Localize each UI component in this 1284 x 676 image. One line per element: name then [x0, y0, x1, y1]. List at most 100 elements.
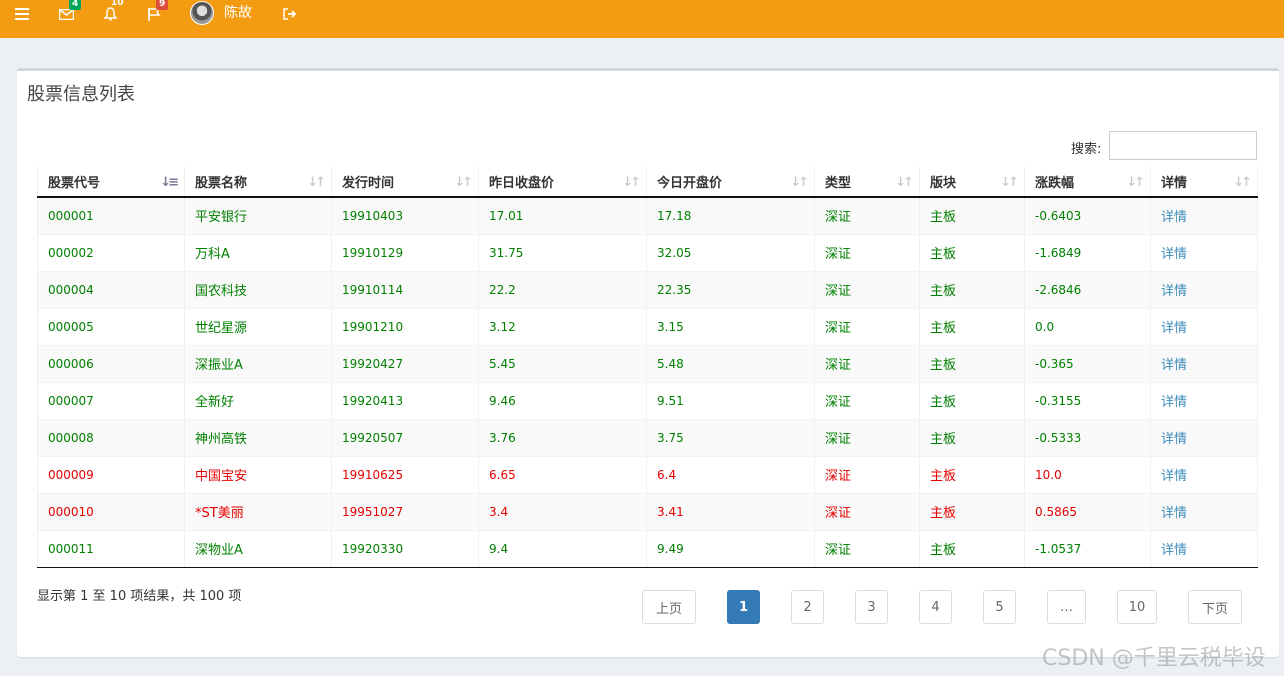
- header-label: 今日开盘价: [657, 176, 723, 191]
- cell-date: 19910129: [331, 233, 479, 271]
- col-header-open[interactable]: 今日开盘价 ↓↑: [646, 167, 815, 198]
- cell-date: 19910625: [331, 455, 479, 493]
- detail-link[interactable]: 详情: [1150, 344, 1258, 382]
- prev-page-button[interactable]: 上页: [642, 590, 696, 624]
- tasks-count-badge: 9: [156, 0, 169, 10]
- cell-name: 平安银行: [184, 196, 332, 234]
- cell-change: 0.0: [1024, 307, 1151, 345]
- page-button-3[interactable]: 3: [855, 590, 888, 624]
- col-header-type[interactable]: 类型 ↓↑: [814, 167, 920, 198]
- search-input[interactable]: [1109, 131, 1257, 160]
- table-body: 000001 平安银行 19910403 17.01 17.18 深证 主板 -0.6403 详…: [37, 196, 1258, 568]
- table-row: 000005 世纪星源 19901210 3.12 3.15 深证 主板 0.0 详情: [37, 307, 1258, 345]
- cell-code: 000001: [37, 196, 185, 234]
- top-navbar: 4 10 9 陈故: [0, 0, 1284, 38]
- user-avatar[interactable]: [190, 1, 214, 25]
- detail-link[interactable]: 详情: [1150, 270, 1258, 308]
- sort-icon[interactable]: ↓↑: [454, 175, 473, 190]
- table-row: 000002 万科A 19910129 31.75 32.05 深证 主板 -1.6849 详情: [37, 233, 1258, 271]
- cell-close: 17.01: [478, 196, 647, 234]
- sort-icon[interactable]: ↓↑: [622, 175, 641, 190]
- bell-icon: [103, 7, 117, 21]
- col-header-close[interactable]: 昨日收盘价 ↓↑: [478, 167, 647, 198]
- cell-code: 000004: [37, 270, 185, 308]
- tasks-button[interactable]: 9: [140, 0, 169, 28]
- cell-type: 深证: [814, 418, 920, 456]
- sort-icon[interactable]: ↓↑: [307, 175, 326, 190]
- detail-link[interactable]: 详情: [1150, 307, 1258, 345]
- cell-open: 3.41: [646, 492, 815, 530]
- cell-change: 10.0: [1024, 455, 1151, 493]
- cell-open: 17.18: [646, 196, 815, 234]
- header-label: 昨日收盘价: [489, 176, 555, 191]
- cell-type: 深证: [814, 307, 920, 345]
- cell-open: 6.4: [646, 455, 815, 493]
- cell-type: 深证: [814, 196, 920, 234]
- cell-board: 主板: [919, 381, 1025, 419]
- notifications-button[interactable]: 10: [96, 0, 124, 28]
- cell-date: 19910403: [331, 196, 479, 234]
- page-button-4[interactable]: 4: [919, 590, 952, 624]
- page-button-1[interactable]: 1: [727, 590, 760, 624]
- detail-link[interactable]: 详情: [1150, 381, 1258, 419]
- cell-date: 19920507: [331, 418, 479, 456]
- table-row: 000011 深物业A 19920330 9.4 9.49 深证 主板 -1.0537 详情: [37, 529, 1258, 568]
- detail-link[interactable]: 详情: [1150, 455, 1258, 493]
- detail-link[interactable]: 详情: [1150, 418, 1258, 456]
- sort-icon[interactable]: ↓↑: [895, 175, 914, 190]
- sort-icon[interactable]: ↓↑: [790, 175, 809, 190]
- stock-table: 股票代号 ↓≡ 股票名称 ↓↑ 发行时间 ↓↑ 昨日收盘价 ↓↑ 今日开盘价 ↓↑ 类型 ↓↑ 版块 ↓↑…: [37, 167, 1258, 568]
- cell-name: 神州高铁: [184, 418, 332, 456]
- notifications-count-badge: 10: [111, 0, 124, 8]
- cell-name: 国农科技: [184, 270, 332, 308]
- table-row: 000004 国农科技 19910114 22.2 22.35 深证 主板 -2.6846 详情: [37, 270, 1258, 308]
- cell-board: 主板: [919, 529, 1025, 568]
- header-label: 类型: [825, 176, 852, 191]
- cell-code: 000002: [37, 233, 185, 271]
- cell-type: 深证: [814, 381, 920, 419]
- cell-date: 19910114: [331, 270, 479, 308]
- cell-change: -2.6846: [1024, 270, 1151, 308]
- cell-close: 9.4: [478, 529, 647, 568]
- header-label: 股票代号: [48, 176, 101, 191]
- header-label: 涨跌幅: [1035, 176, 1075, 191]
- col-header-name[interactable]: 股票名称 ↓↑: [184, 167, 332, 198]
- next-page-button[interactable]: 下页: [1188, 590, 1242, 624]
- table-row: 000001 平安银行 19910403 17.01 17.18 深证 主板 -0.6403 详…: [37, 196, 1258, 234]
- detail-link[interactable]: 详情: [1150, 196, 1258, 234]
- cell-close: 31.75: [478, 233, 647, 271]
- sort-icon[interactable]: ↓↑: [1126, 175, 1145, 190]
- detail-link[interactable]: 详情: [1150, 492, 1258, 530]
- cell-board: 主板: [919, 344, 1025, 382]
- sort-ascending-icon[interactable]: ↓≡: [160, 175, 179, 190]
- cell-name: *ST美丽: [184, 492, 332, 530]
- menu-toggle-button[interactable]: [8, 0, 36, 28]
- col-header-date[interactable]: 发行时间 ↓↑: [331, 167, 479, 198]
- table-row: 000008 神州高铁 19920507 3.76 3.75 深证 主板 -0.5333 详情: [37, 418, 1258, 456]
- page-button-10[interactable]: 10: [1117, 590, 1157, 624]
- table-row: 000010 *ST美丽 19951027 3.4 3.41 深证 主板 0.5865 详情: [37, 492, 1258, 530]
- cell-type: 深证: [814, 233, 920, 271]
- detail-link[interactable]: 详情: [1150, 233, 1258, 271]
- detail-link[interactable]: 详情: [1150, 529, 1258, 568]
- pagination-info: 显示第 1 至 10 项结果，共 100 项: [37, 589, 242, 604]
- col-header-code[interactable]: 股票代号 ↓≡: [37, 167, 185, 198]
- logout-button[interactable]: [276, 0, 304, 28]
- cell-date: 19901210: [331, 307, 479, 345]
- cell-change: 0.5865: [1024, 492, 1151, 530]
- user-name[interactable]: 陈故: [224, 4, 252, 22]
- col-header-detail[interactable]: 详情 ↓↑: [1150, 167, 1258, 198]
- col-header-change[interactable]: 涨跌幅 ↓↑: [1024, 167, 1151, 198]
- page-button-2[interactable]: 2: [791, 590, 824, 624]
- sort-icon[interactable]: ↓↑: [1000, 175, 1019, 190]
- table-row: 000009 中国宝安 19910625 6.65 6.4 深证 主板 10.0 详情: [37, 455, 1258, 493]
- cell-board: 主板: [919, 196, 1025, 234]
- sort-icon[interactable]: ↓↑: [1233, 175, 1252, 190]
- cell-change: -0.5333: [1024, 418, 1151, 456]
- messages-button[interactable]: 4: [52, 0, 82, 28]
- col-header-board[interactable]: 版块 ↓↑: [919, 167, 1025, 198]
- stock-list-box: 股票信息列表 搜索: 股票代号 ↓≡ 股票名称 ↓↑ 发行时间 ↓↑ 昨日收盘价 ↓↑ 今日开盘…: [17, 68, 1279, 657]
- pagination-ellipsis: …: [1047, 590, 1086, 624]
- page-button-5[interactable]: 5: [983, 590, 1016, 624]
- cell-type: 深证: [814, 529, 920, 568]
